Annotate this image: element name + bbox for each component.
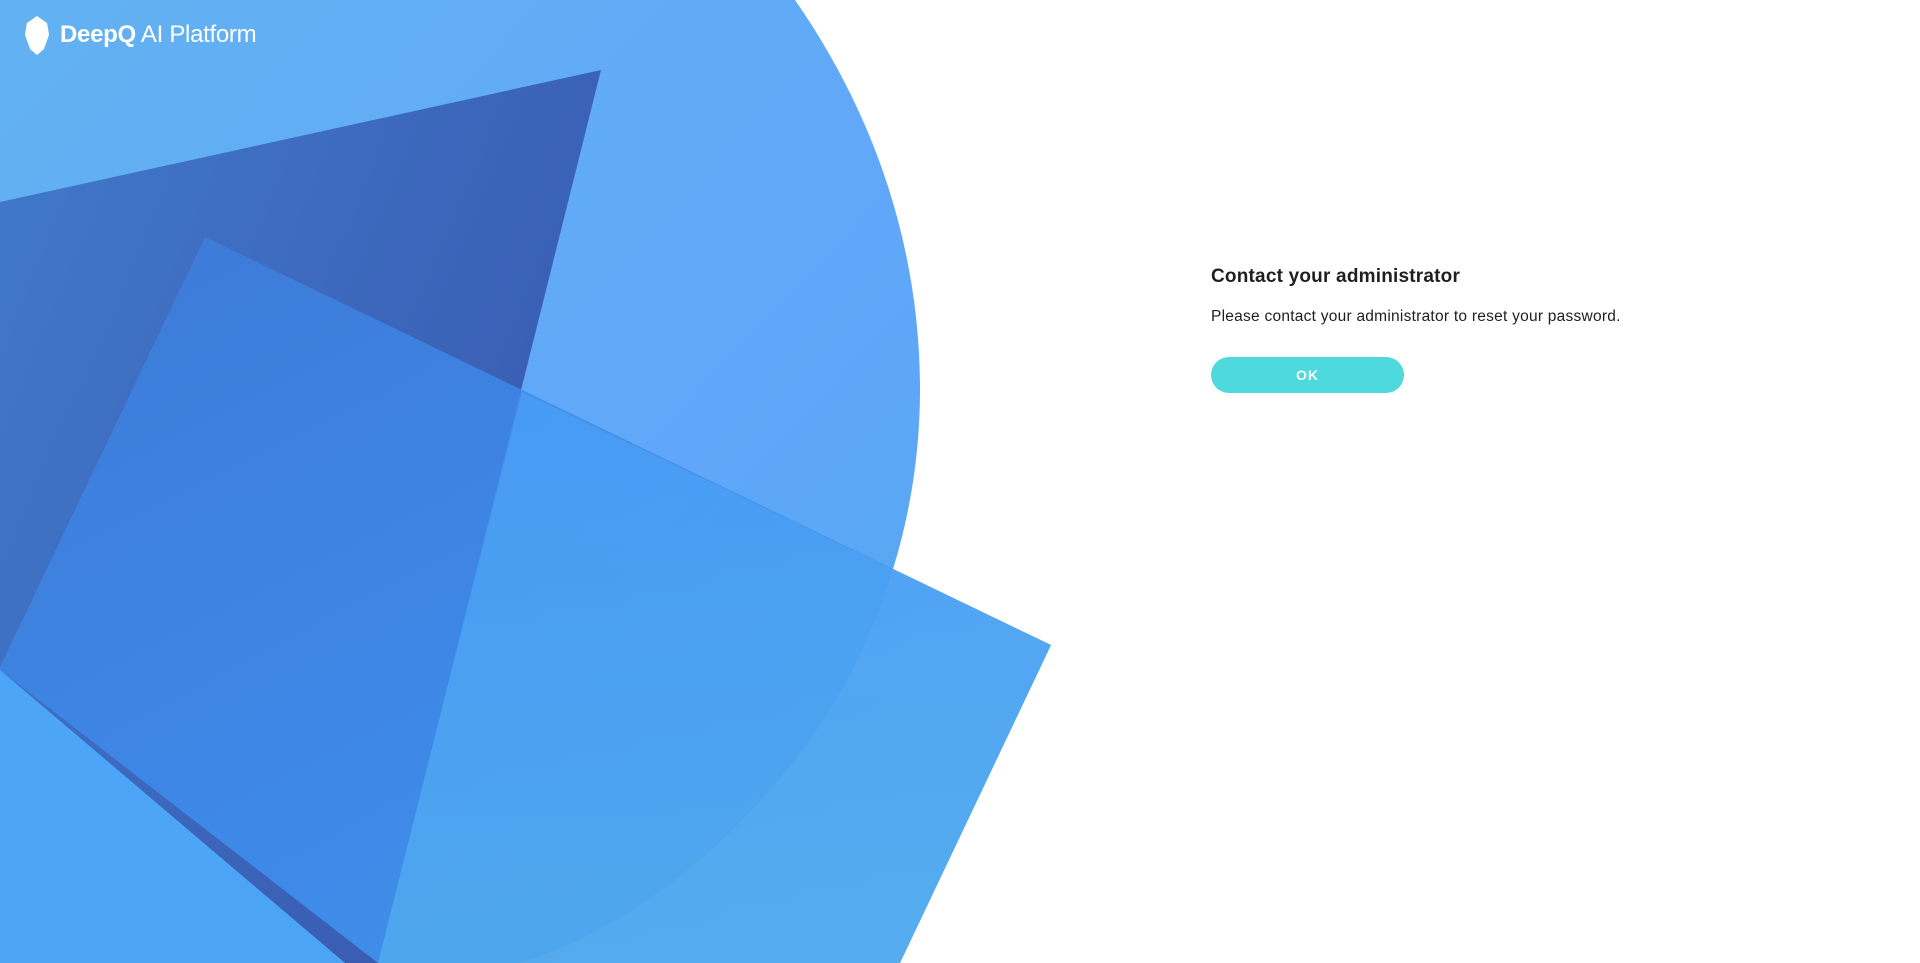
brand-name: DeepQ AI Platform <box>60 14 257 56</box>
hero-rotated-square-shape <box>0 237 1051 963</box>
contact-admin-panel: Contact your administrator Please contac… <box>1211 264 1731 393</box>
hero-lower-overlap-shape <box>378 392 1051 963</box>
contact-admin-message: Please contact your administrator to res… <box>1211 308 1621 325</box>
brand-header: DeepQ AI Platform <box>24 14 257 56</box>
ok-button[interactable]: OK <box>1211 357 1404 393</box>
contact-admin-title: Contact your administrator <box>1211 266 1461 287</box>
hero-bottom-left-shape <box>0 670 345 963</box>
hero-dark-triangle-shape <box>0 70 601 963</box>
login-page: DeepQ AI Platform Contact your administr… <box>0 0 1920 963</box>
hero-circle-shape <box>0 0 920 963</box>
brand-name-strong: DeepQ <box>60 21 136 48</box>
hero-geometric-background <box>0 0 1920 963</box>
brand-name-light: AI Platform <box>140 21 257 48</box>
deepq-crystal-logo-icon <box>25 16 49 55</box>
